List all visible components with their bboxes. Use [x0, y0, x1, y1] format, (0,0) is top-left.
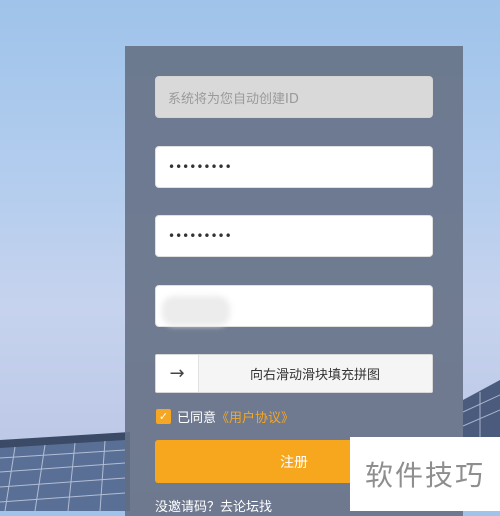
checkmark-icon: ✓: [158, 409, 169, 423]
blurred-value: [162, 296, 230, 326]
agree-label: 已同意: [177, 410, 217, 426]
slider-captcha: → 向右滑动滑块填充拼图: [155, 354, 433, 393]
forum-link[interactable]: 没邀请码？去论坛找: [155, 496, 272, 515]
watermark: 软件技巧: [350, 437, 500, 511]
slider-instruction: 向右滑动滑块填充拼图: [249, 368, 380, 383]
password-field[interactable]: •••••••••: [155, 146, 433, 188]
agree-checkbox[interactable]: ✓: [156, 408, 171, 424]
auto-id-field: 系统将为您自动创建ID: [155, 76, 433, 118]
user-agreement-link[interactable]: 《用户协议》: [216, 407, 294, 426]
confirm-password-field[interactable]: •••••••••: [155, 215, 433, 257]
slider-handle[interactable]: →: [156, 355, 199, 392]
agreement-row: ✓ 已同意 《用户协议》: [156, 407, 294, 426]
arrow-right-icon: →: [169, 363, 185, 384]
